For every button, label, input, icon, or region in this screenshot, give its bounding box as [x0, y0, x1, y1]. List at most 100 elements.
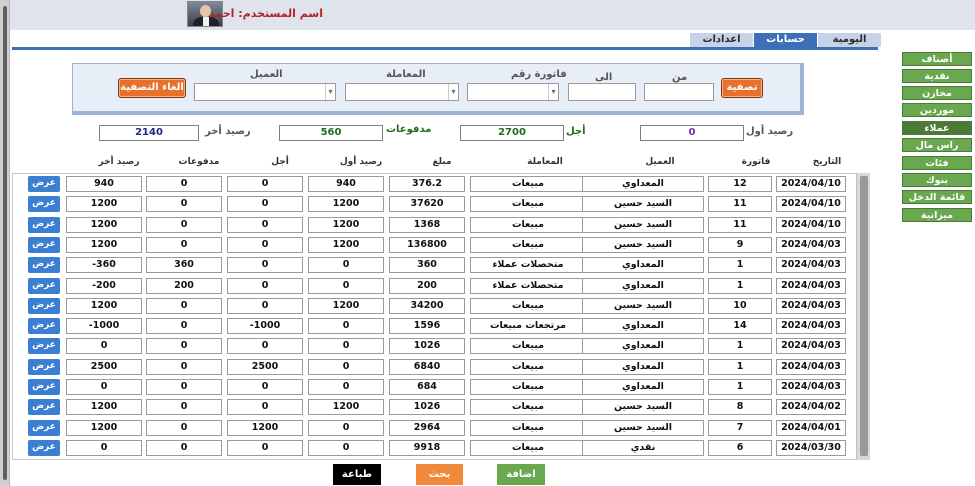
to-date-input[interactable]: [568, 83, 636, 101]
cell-opening: 940: [308, 176, 384, 192]
add-button[interactable]: اضافة: [497, 464, 545, 485]
from-date-input[interactable]: [644, 83, 714, 101]
cell-payments: 0: [146, 379, 222, 395]
cell-opening: 0: [308, 278, 384, 294]
view-row-button[interactable]: عرض: [28, 196, 60, 212]
cell-payments: 0: [146, 237, 222, 253]
cell-closing: 940: [66, 176, 142, 192]
search-button[interactable]: بحث: [416, 464, 463, 485]
cell-invoice: 1: [708, 379, 772, 395]
table-row: عرض 1200 0 1200 0 2964 مبيعات السيد حسين 7 2024/0…: [12, 419, 852, 437]
cell-invoice: 11: [708, 196, 772, 212]
nav-cash[interactable]: نقدية: [902, 69, 972, 83]
window-scrollbar-thumb[interactable]: [3, 6, 7, 480]
nav-balance-sheet[interactable]: ميزانية: [902, 208, 972, 222]
cell-invoice: 12: [708, 176, 772, 192]
filter-panel: العميل المعاملة فاتورة رقم الى من الغاء …: [72, 63, 804, 115]
cell-deferred: 0: [227, 440, 303, 456]
cancel-filter-button[interactable]: الغاء التصفية: [118, 78, 186, 98]
view-row-button[interactable]: عرض: [28, 298, 60, 314]
app-window: اسم المستخدم: احمد اعدادات حسابات اليومي…: [0, 0, 975, 486]
col-closing: رصيد أخر: [98, 157, 140, 167]
nav-categories[interactable]: فئات: [902, 156, 972, 170]
table-header: رصيد أخر مدفوعات أجل رصيد أول مبلغ المعا…: [28, 154, 864, 172]
view-row-button[interactable]: عرض: [28, 176, 60, 192]
view-row-button[interactable]: عرض: [28, 359, 60, 375]
print-button[interactable]: طباعة: [333, 464, 381, 485]
cell-payments: 200: [146, 278, 222, 294]
cell-date: 2024/04/03: [776, 318, 846, 334]
cell-date: 2024/04/03: [776, 278, 846, 294]
cell-opening: 0: [308, 379, 384, 395]
cell-transaction: متحصلات عملاء: [470, 257, 586, 273]
cell-closing: -1000: [66, 318, 142, 334]
tab-accounts[interactable]: حسابات: [754, 33, 817, 47]
view-row-button[interactable]: عرض: [28, 420, 60, 436]
cell-amount: 200: [389, 278, 465, 294]
cell-date: 2024/04/03: [776, 237, 846, 253]
view-row-button[interactable]: عرض: [28, 379, 60, 395]
cell-invoice: 10: [708, 298, 772, 314]
cell-closing: 1200: [66, 298, 142, 314]
cell-closing: 2500: [66, 359, 142, 375]
cell-payments: 0: [146, 420, 222, 436]
tab-settings[interactable]: اعدادات: [690, 33, 753, 47]
cell-amount: 376.2: [389, 176, 465, 192]
cell-amount: 1596: [389, 318, 465, 334]
cell-closing: -200: [66, 278, 142, 294]
customer-select[interactable]: ▾: [194, 83, 336, 101]
nav-capital[interactable]: راس مال: [902, 138, 972, 152]
cell-customer: السيد حسين: [582, 399, 704, 415]
cell-payments: 0: [146, 217, 222, 233]
payments-value: 560: [279, 125, 383, 141]
cell-payments: 360: [146, 257, 222, 273]
cell-customer: نقدي: [582, 440, 704, 456]
deferred-label: أجل: [566, 126, 586, 137]
cell-amount: 6840: [389, 359, 465, 375]
invoice-select[interactable]: ▾: [467, 83, 559, 101]
cell-customer: المعداوي: [582, 338, 704, 354]
tab-journal[interactable]: اليومية: [818, 33, 881, 47]
filter-button[interactable]: تصفية: [721, 78, 763, 98]
tabs-underline: [12, 47, 878, 50]
chevron-down-icon: ▾: [548, 84, 558, 100]
view-row-button[interactable]: عرض: [28, 217, 60, 233]
cell-amount: 684: [389, 379, 465, 395]
view-row-button[interactable]: عرض: [28, 338, 60, 354]
cell-amount: 136800: [389, 237, 465, 253]
cell-date: 2024/04/10: [776, 196, 846, 212]
view-row-button[interactable]: عرض: [28, 237, 60, 253]
cell-deferred: 0: [227, 338, 303, 354]
view-row-button[interactable]: عرض: [28, 318, 60, 334]
nav-customers[interactable]: عملاء: [902, 121, 972, 135]
view-row-button[interactable]: عرض: [28, 257, 60, 273]
cell-deferred: 0: [227, 196, 303, 212]
cell-amount: 2964: [389, 420, 465, 436]
view-row-button[interactable]: عرض: [28, 440, 60, 456]
from-label: من: [672, 72, 688, 83]
table-row: عرض -1000 0 -1000 0 1596 مرتجعات مبيعات المعداو…: [12, 317, 852, 335]
cell-amount: 360: [389, 257, 465, 273]
cell-opening: 0: [308, 257, 384, 273]
cell-customer: السيد حسين: [582, 217, 704, 233]
cell-deferred: 0: [227, 379, 303, 395]
table-row: عرض 1200 0 0 1200 1026 مبيعات السيد حسين 8 2024/0…: [12, 398, 852, 416]
col-amount: مبلغ: [432, 157, 452, 167]
nav-items[interactable]: أصناف: [902, 52, 972, 66]
window-scrollbar[interactable]: [0, 0, 10, 486]
nav-suppliers[interactable]: موردين: [902, 103, 972, 117]
grid-scrollbar[interactable]: [856, 173, 870, 460]
cell-date: 2024/04/10: [776, 176, 846, 192]
cell-customer: المعداوي: [582, 257, 704, 273]
nav-banks[interactable]: بنوك: [902, 173, 972, 187]
cell-payments: 0: [146, 338, 222, 354]
view-row-button[interactable]: عرض: [28, 278, 60, 294]
cell-payments: 0: [146, 196, 222, 212]
grid-scrollbar-thumb[interactable]: [860, 176, 868, 456]
nav-stores[interactable]: مخازن: [902, 86, 972, 100]
col-invoice: فاتورة: [741, 157, 771, 167]
transaction-select[interactable]: ▾: [345, 83, 459, 101]
nav-income-statement[interactable]: قائمة الدخل: [902, 190, 972, 204]
view-row-button[interactable]: عرض: [28, 399, 60, 415]
cell-opening: 0: [308, 440, 384, 456]
